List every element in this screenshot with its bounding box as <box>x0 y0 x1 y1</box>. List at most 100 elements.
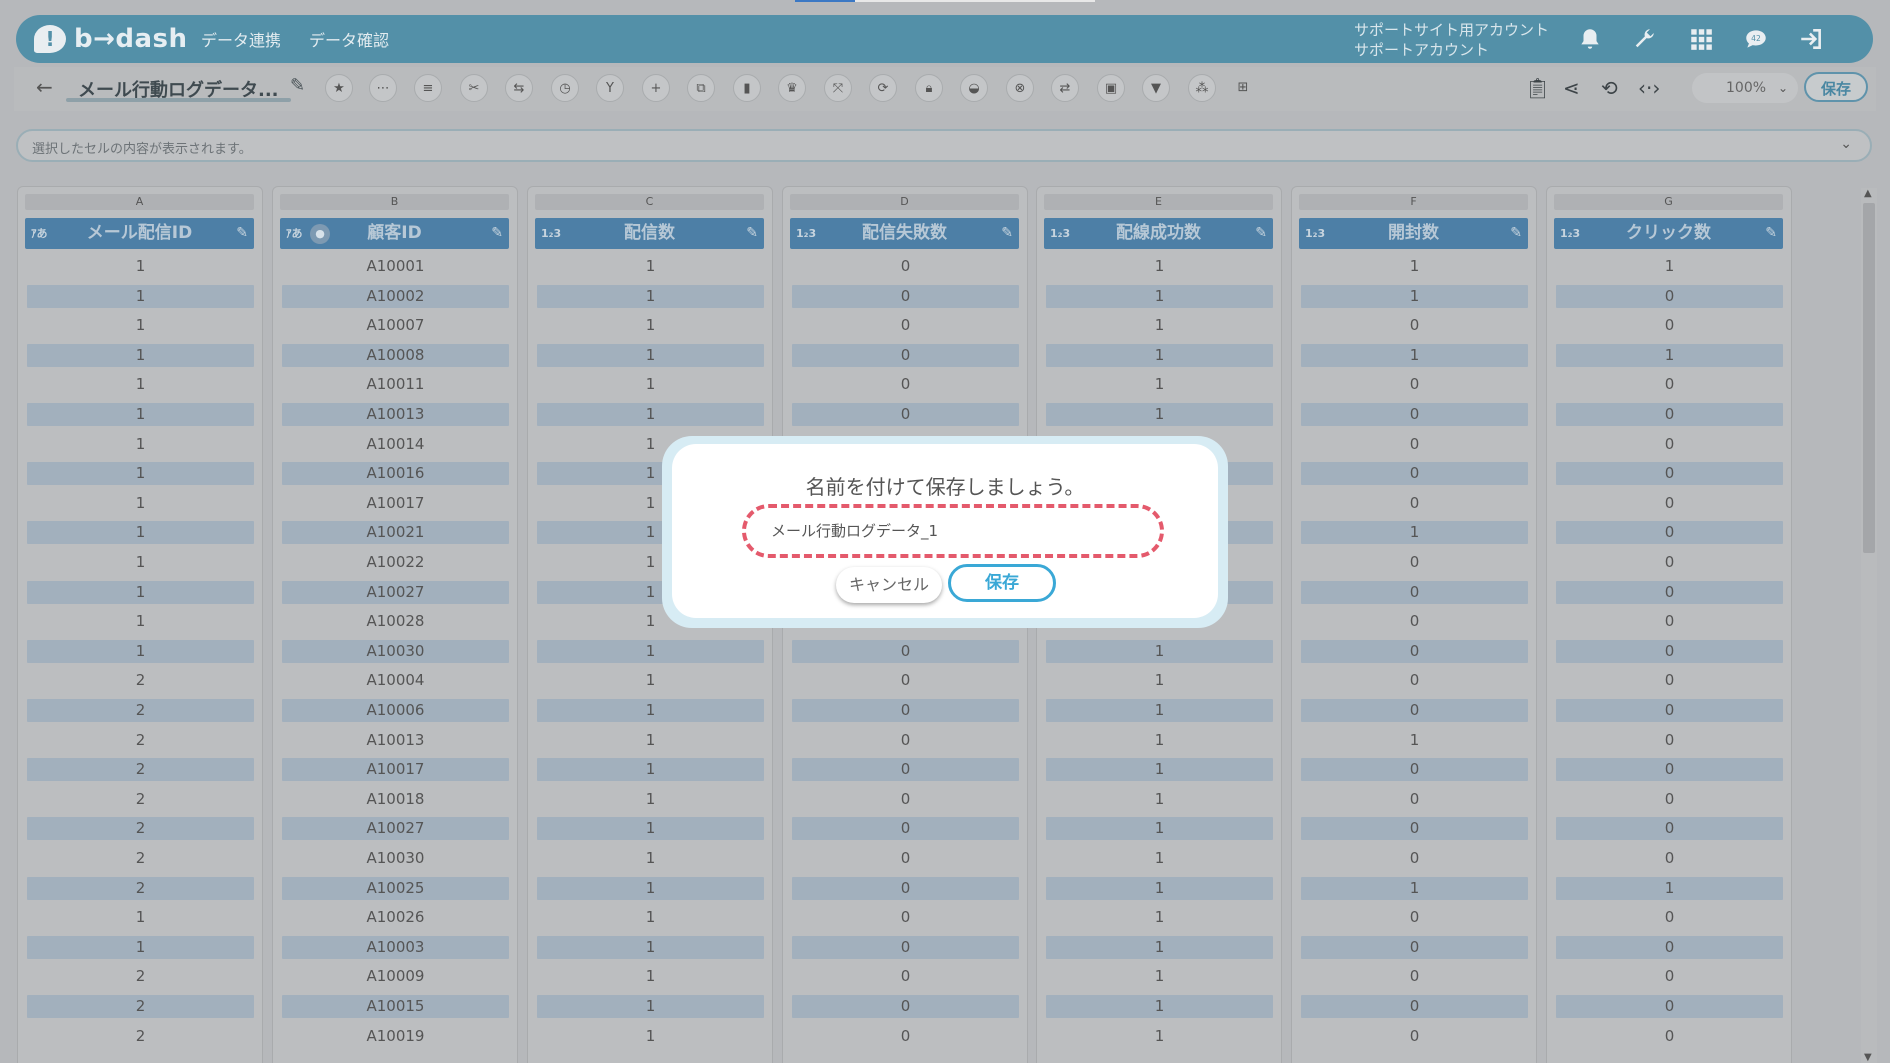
table-cell[interactable]: 0 <box>792 876 1019 900</box>
table-cell[interactable]: 0 <box>1556 639 1783 663</box>
table-cell[interactable]: 1 <box>1046 284 1273 308</box>
clipboard-icon[interactable]: 📋︎ <box>1525 76 1550 100</box>
table-cell[interactable]: 1 <box>27 284 254 308</box>
bell-icon[interactable] <box>1575 24 1605 54</box>
edit-column-icon[interactable]: ✎ <box>1510 218 1522 249</box>
table-cell[interactable]: 1 <box>537 876 764 900</box>
table-cell[interactable]: 0 <box>792 284 1019 308</box>
chevron-down-icon[interactable]: ⌄ <box>1840 136 1852 152</box>
scroll-thumb[interactable] <box>1863 203 1875 553</box>
table-cell[interactable]: 0 <box>1556 965 1783 988</box>
copy-icon[interactable]: ⧉ <box>687 74 715 102</box>
table-cell[interactable]: 0 <box>792 373 1019 396</box>
table-cell[interactable]: 1 <box>1046 758 1273 782</box>
table-cell[interactable]: 0 <box>1556 373 1783 396</box>
table-cell[interactable]: 1 <box>537 1025 764 1048</box>
table-cell[interactable]: 0 <box>1301 314 1528 337</box>
table-cell[interactable]: A10017 <box>282 492 509 515</box>
table-cell[interactable]: 1 <box>537 373 764 396</box>
table-cell[interactable]: 1 <box>537 669 764 692</box>
column-header[interactable]: 1₂3 配線成功数 ✎ <box>1044 218 1273 249</box>
table-cell[interactable]: 1 <box>1301 284 1528 308</box>
table-cell[interactable]: 1 <box>1556 343 1783 367</box>
table-cell[interactable]: 2 <box>27 699 254 722</box>
table-cell[interactable]: 1 <box>537 965 764 988</box>
table-cell[interactable]: 2 <box>27 669 254 692</box>
table-cell[interactable]: 0 <box>1301 373 1528 396</box>
table-cell[interactable]: 1 <box>1046 639 1273 663</box>
table-cell[interactable]: A10007 <box>282 314 509 337</box>
dialog-save-button[interactable]: 保存 <box>948 564 1056 602</box>
table-cell[interactable]: 0 <box>792 906 1019 929</box>
table-cell[interactable]: 0 <box>792 1025 1019 1048</box>
table-cell[interactable]: 1 <box>537 906 764 929</box>
column-letter[interactable]: C <box>535 194 764 210</box>
table-cell[interactable]: 0 <box>792 639 1019 663</box>
close-circle-icon[interactable]: ⊗ <box>1006 74 1034 102</box>
table-cell[interactable]: A10006 <box>282 699 509 722</box>
table-cell[interactable]: 1 <box>1301 255 1528 278</box>
table-cell[interactable]: 0 <box>1556 551 1783 574</box>
table-cell[interactable]: 2 <box>27 995 254 1018</box>
table-cell[interactable]: 0 <box>792 255 1019 278</box>
column-letter[interactable]: E <box>1044 194 1273 210</box>
table-cell[interactable]: 1 <box>1046 788 1273 811</box>
column-header[interactable]: 1₂3 配信失敗数 ✎ <box>790 218 1019 249</box>
table-cell[interactable]: 0 <box>1301 699 1528 722</box>
column-letter[interactable]: F <box>1299 194 1528 210</box>
table-cell[interactable]: 1 <box>27 314 254 337</box>
table-cell[interactable]: A10015 <box>282 995 509 1018</box>
table-cell[interactable]: 0 <box>792 729 1019 752</box>
frame-icon[interactable]: ▣ <box>1097 74 1125 102</box>
table-cell[interactable]: 1 <box>1301 729 1528 752</box>
table-cell[interactable]: 2 <box>27 817 254 841</box>
table-cell[interactable]: A10013 <box>282 403 509 426</box>
add-icon[interactable]: + <box>642 74 670 102</box>
table-cell[interactable]: 0 <box>1556 610 1783 633</box>
table-cell[interactable]: 1 <box>1046 817 1273 841</box>
table-cell[interactable]: 0 <box>1301 758 1528 782</box>
table-cell[interactable]: 0 <box>1556 817 1783 841</box>
logo[interactable]: ! b→dash <box>34 21 188 57</box>
apps-grid-icon[interactable] <box>1686 24 1716 54</box>
table-cell[interactable]: 1 <box>537 935 764 959</box>
table-cell[interactable]: 0 <box>1301 965 1528 988</box>
star-icon[interactable]: ★ <box>325 74 353 102</box>
edit-column-icon[interactable]: ✎ <box>1001 218 1013 249</box>
table-cell[interactable]: 0 <box>792 995 1019 1018</box>
table-cell[interactable]: 1 <box>1046 935 1273 959</box>
table-cell[interactable]: 0 <box>792 669 1019 692</box>
table-cell[interactable]: 1 <box>537 995 764 1018</box>
table-cell[interactable]: 0 <box>1556 995 1783 1018</box>
table-cell[interactable]: A10025 <box>282 876 509 900</box>
table-cell[interactable]: 0 <box>1301 817 1528 841</box>
table-cell[interactable]: 1 <box>537 314 764 337</box>
refresh-icon[interactable]: ⟲ <box>1601 76 1618 100</box>
table-cell[interactable]: 0 <box>1556 403 1783 426</box>
table-cell[interactable]: 0 <box>792 935 1019 959</box>
table-cell[interactable]: 1 <box>27 935 254 959</box>
table-cell[interactable]: 1 <box>537 788 764 811</box>
zoom-select[interactable]: 100% ⌄ <box>1692 73 1798 103</box>
table-cell[interactable]: 2 <box>27 847 254 870</box>
table-cell[interactable]: 0 <box>792 965 1019 988</box>
name-input[interactable]: メール行動ログデータ_1 <box>742 504 1164 558</box>
edit-column-icon[interactable]: ✎ <box>1765 218 1777 249</box>
table-cell[interactable]: A10008 <box>282 343 509 367</box>
edit-column-icon[interactable]: ✎ <box>236 218 248 249</box>
column-letter[interactable]: D <box>790 194 1019 210</box>
table-cell[interactable]: 1 <box>1046 876 1273 900</box>
edit-column-icon[interactable]: ✎ <box>746 218 758 249</box>
nav-data-link[interactable]: データ連携 <box>201 15 281 63</box>
table-cell[interactable]: 1 <box>1046 373 1273 396</box>
nav-data-check[interactable]: データ確認 <box>309 15 389 63</box>
bucket-icon[interactable]: ◒ <box>960 74 988 102</box>
table-cell[interactable]: 0 <box>1301 580 1528 604</box>
table-cell[interactable]: 1 <box>537 699 764 722</box>
table-cell[interactable]: A10018 <box>282 788 509 811</box>
table-cell[interactable]: 1 <box>27 403 254 426</box>
table-cell[interactable]: 1 <box>27 462 254 486</box>
scroll-down-icon[interactable]: ▼ <box>1864 1052 1872 1063</box>
table-cell[interactable]: 0 <box>792 788 1019 811</box>
column-letter[interactable]: B <box>280 194 509 210</box>
